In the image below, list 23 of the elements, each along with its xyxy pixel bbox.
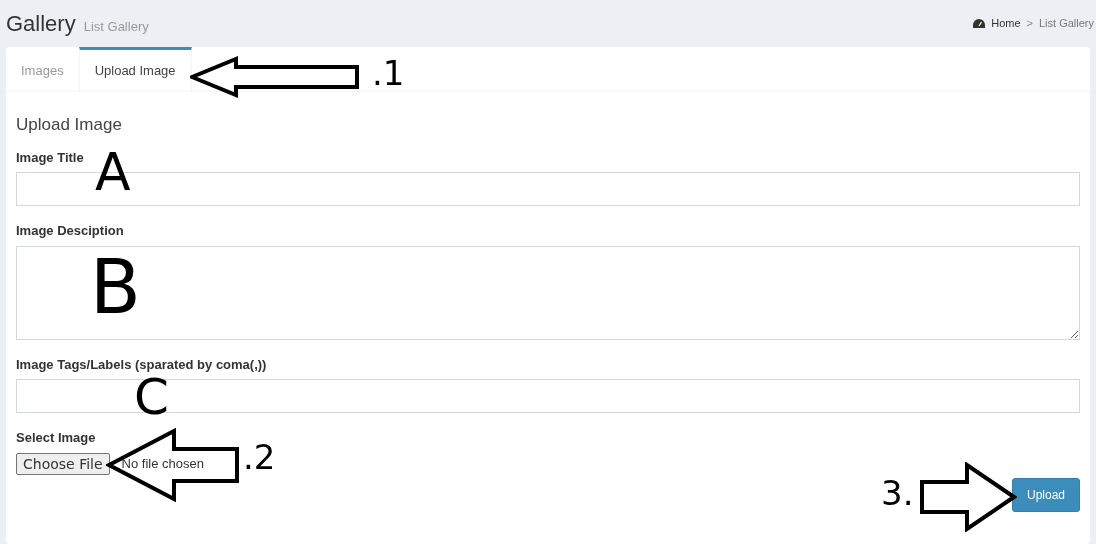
breadcrumb-current[interactable]: List Gallery [1038,15,1094,32]
file-status: No file chosen [121,454,204,473]
annotation-label: 3. [881,476,914,510]
annotation-label: B [90,250,141,324]
dashboard-icon [973,18,986,29]
breadcrumb-link[interactable]: Home [991,15,1021,32]
field-label: Image Title [16,148,85,167]
page-title: Gallery [6,10,76,38]
field-label: Select Image [16,429,97,447]
upload-button[interactable]: Upload [1011,477,1080,512]
tab[interactable]: Upload Image [78,47,192,91]
field-label: Image Desciption [16,222,125,240]
text-area[interactable] [16,245,1080,340]
page-subtitle: List Gallery [83,18,149,36]
choose-file-button[interactable]: Choose File [16,452,110,475]
annotation-label: .1 [372,56,405,90]
breadcrumb-separator: > [1026,16,1033,32]
annotation-label: C [134,372,169,422]
input-field[interactable] [16,379,1080,413]
annotation-label: A [95,146,131,198]
form-heading: Upload Image [16,114,123,136]
field-label: Image Tags/Labels (sparated by coma(,)) [16,355,268,374]
annotation-label: .2 [243,440,276,474]
